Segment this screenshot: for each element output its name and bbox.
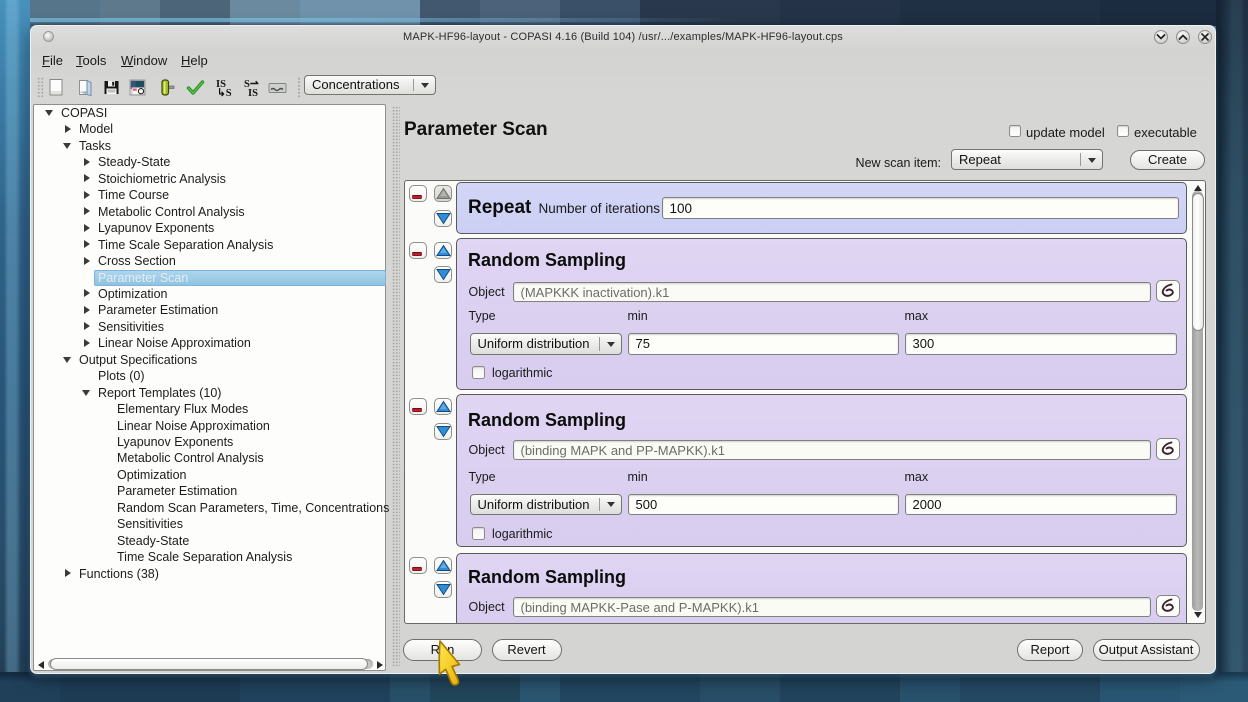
svg-text:↳S: ↳S [217, 87, 232, 97]
svg-text:IS: IS [248, 88, 258, 97]
